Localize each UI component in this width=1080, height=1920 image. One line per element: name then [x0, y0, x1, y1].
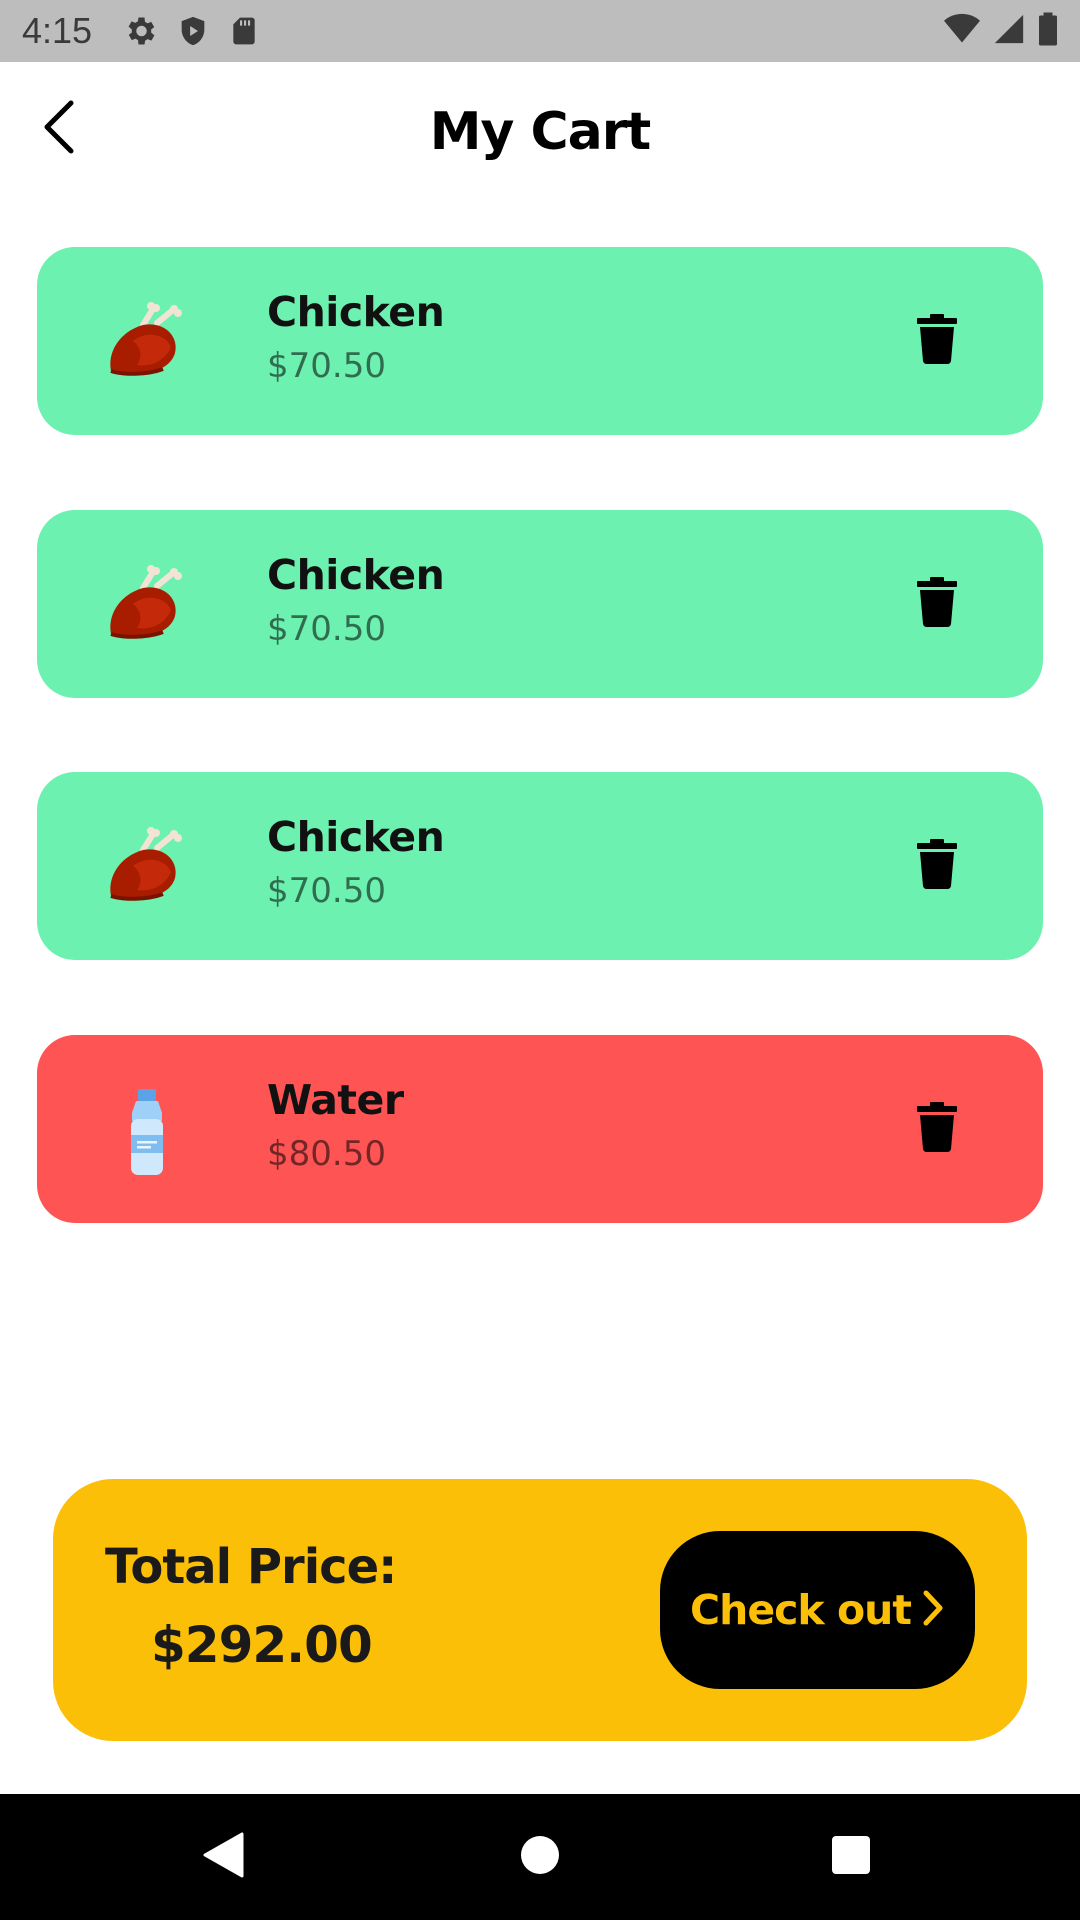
trash-icon: [916, 1101, 958, 1157]
trash-icon: [916, 838, 958, 894]
item-name: Chicken: [267, 288, 445, 336]
cart-item: Chicken $70.50: [37, 510, 1043, 698]
total-panel: Total Price: $292.00 Check out: [53, 1479, 1027, 1741]
page-title: My Cart: [429, 102, 652, 162]
battery-icon: [1036, 11, 1060, 51]
chevron-right-icon: [921, 1588, 945, 1632]
home-circle-icon: [520, 1835, 560, 1879]
nav-bar: [0, 1794, 1080, 1920]
shield-icon: [176, 13, 210, 49]
item-price: $70.50: [267, 346, 386, 386]
checkout-button[interactable]: Check out: [660, 1531, 975, 1689]
back-triangle-icon: [202, 1831, 246, 1883]
item-price: $70.50: [267, 871, 386, 911]
checkout-label: Check out: [690, 1586, 912, 1634]
item-price: $80.50: [267, 1134, 386, 1174]
cart-item: Water $80.50: [37, 1035, 1043, 1223]
roast-chicken-icon: [103, 301, 191, 389]
nav-home-button[interactable]: [480, 1794, 600, 1920]
cart-item: Chicken $70.50: [37, 247, 1043, 435]
item-name: Chicken: [267, 813, 445, 861]
delete-button[interactable]: [909, 1101, 965, 1157]
roast-chicken-icon: [103, 564, 191, 652]
cell-signal-icon: [992, 11, 1026, 51]
wifi-icon: [942, 11, 982, 51]
app-bar: My Cart: [0, 62, 1080, 212]
item-name: Chicken: [267, 551, 445, 599]
delete-button[interactable]: [909, 576, 965, 632]
total-value: $292.00: [151, 1616, 373, 1674]
recents-square-icon: [831, 1835, 871, 1879]
gear-icon: [122, 13, 158, 49]
delete-button[interactable]: [909, 838, 965, 894]
nav-recents-button[interactable]: [791, 1794, 911, 1920]
item-price: $70.50: [267, 609, 386, 649]
sd-card-icon: [228, 13, 260, 49]
status-time: 4:15: [22, 10, 93, 51]
water-bottle-icon: [103, 1089, 191, 1177]
delete-button[interactable]: [909, 313, 965, 369]
nav-back-button[interactable]: [164, 1794, 284, 1920]
total-label: Total Price:: [105, 1539, 397, 1595]
cart-item: Chicken $70.50: [37, 772, 1043, 960]
status-bar: 4:15: [0, 0, 1080, 62]
roast-chicken-icon: [103, 826, 191, 914]
trash-icon: [916, 576, 958, 632]
trash-icon: [916, 313, 958, 369]
item-name: Water: [267, 1076, 404, 1124]
